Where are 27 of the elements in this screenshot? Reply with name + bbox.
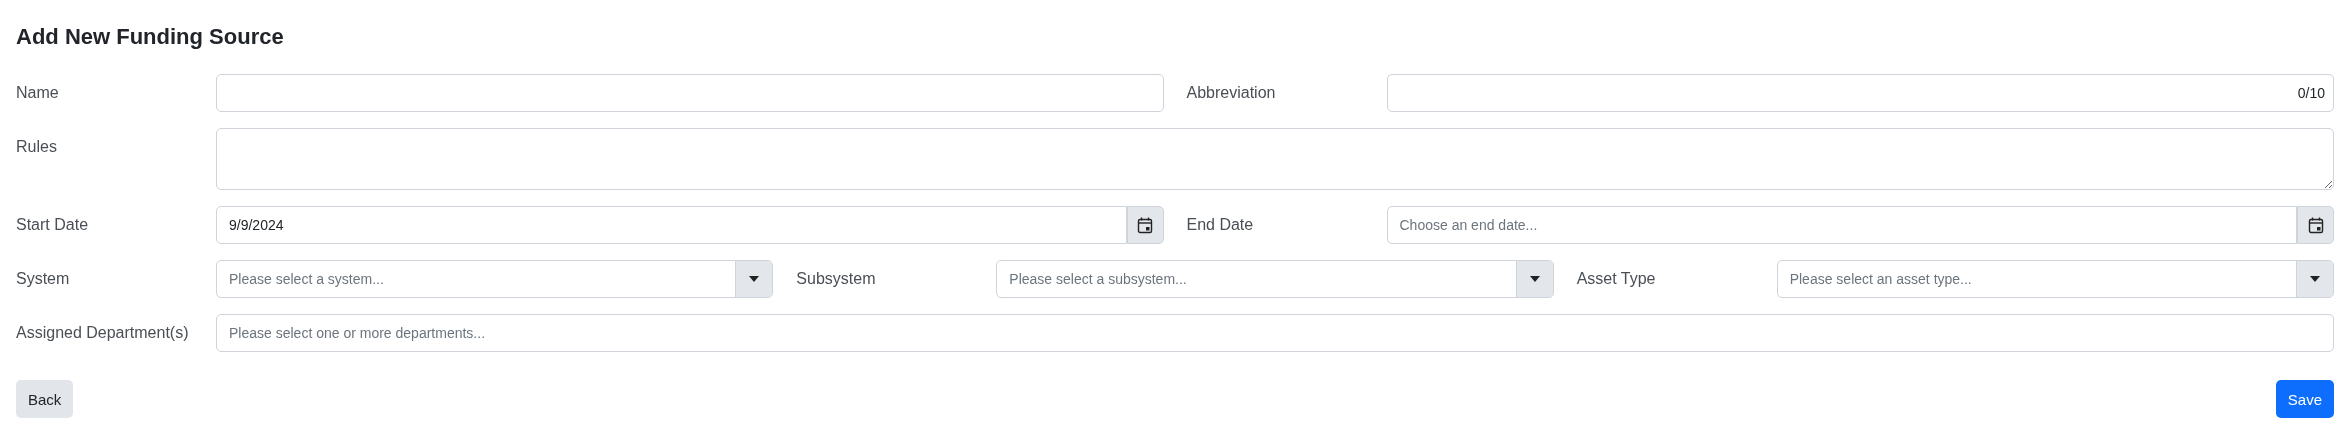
page-title: Add New Funding Source	[16, 24, 285, 51]
field-label: Rules	[16, 137, 58, 158]
field-label: Start Date	[16, 215, 90, 236]
calendar-icon	[2307, 216, 2324, 234]
date-field[interactable]: Choose an end date...	[1386, 206, 2297, 245]
text-field[interactable]: 0/10	[1386, 74, 2334, 113]
field-label: System	[16, 269, 71, 290]
field-label: Assigned Department(s)	[16, 323, 190, 344]
dropdown[interactable]: Please select an asset type...	[1776, 260, 2334, 299]
save-button[interactable]: Save	[2275, 380, 2334, 419]
calendar-icon	[1137, 216, 1153, 234]
character-counter: 0/10	[2297, 85, 2325, 102]
caret-icon	[749, 276, 760, 283]
dropdown[interactable]: Please select a system...	[216, 260, 774, 299]
field-label: Abbreviation	[1186, 83, 1277, 104]
field-label: Subsystem	[796, 269, 877, 290]
field-label: Asset Type	[1576, 269, 1657, 290]
caret-icon	[2310, 276, 2320, 283]
multi-select-field[interactable]: Please select one or more departments...	[216, 314, 2334, 353]
date-field[interactable]: 9/9/2024	[216, 206, 1127, 245]
calendar-button[interactable]	[2297, 206, 2334, 245]
caret-icon	[1529, 276, 1540, 283]
field-label: End Date	[1186, 215, 1255, 236]
field-label: Name	[16, 83, 60, 104]
dropdown[interactable]: Please select a subsystem...	[996, 260, 1554, 299]
back-button[interactable]: Back	[16, 380, 74, 419]
calendar-button[interactable]	[1126, 206, 1164, 245]
